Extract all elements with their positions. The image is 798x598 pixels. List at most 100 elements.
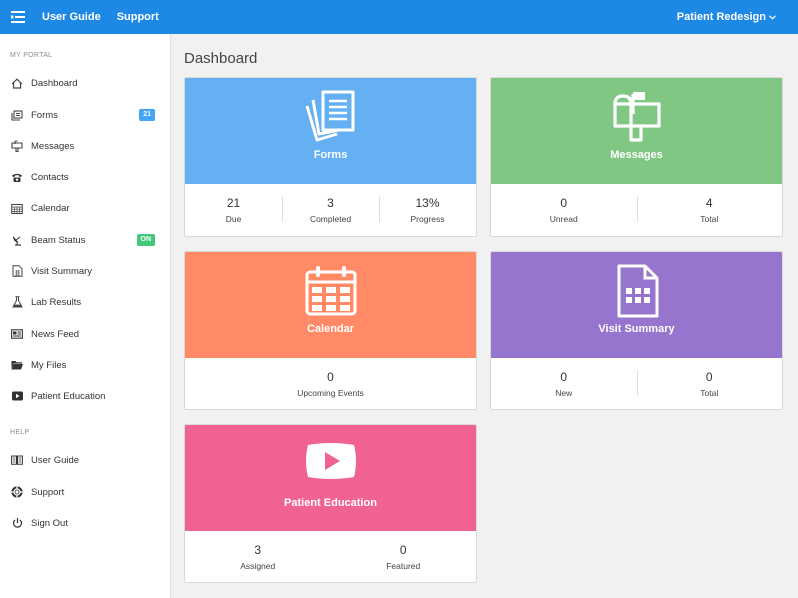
section-label-help: HELP <box>10 429 30 436</box>
sidebar-item-label: Patient Education <box>31 390 106 402</box>
play-icon <box>185 441 476 481</box>
sidebar-item-lab-results[interactable]: Lab Results <box>0 291 170 313</box>
calendar-card-header: Calendar <box>185 252 476 358</box>
stat-label: Progress <box>410 214 445 224</box>
sidebar-item-label: Lab Results <box>31 296 82 308</box>
chevron-down-icon <box>769 14 776 20</box>
stat-due: 21 Due <box>185 184 282 236</box>
sidebar-item-sign-out[interactable]: Sign Out <box>0 512 170 534</box>
visit-summary-card-stats: 0 New 0 Total <box>491 358 783 409</box>
stat-value: 3 <box>327 196 334 210</box>
calendar-icon <box>10 201 24 215</box>
sidebar-item-label: My Files <box>31 359 67 371</box>
forms-icon <box>185 90 476 144</box>
stat-value: 13% <box>415 196 440 210</box>
sidebar-item-label: News Feed <box>31 328 80 340</box>
forms-card[interactable]: Forms 21 Due 3 Completed 13% Progress <box>184 77 477 237</box>
stat-value: 21 <box>226 196 241 210</box>
user-guide-link[interactable]: User Guide <box>42 11 101 23</box>
visit-summary-card[interactable]: Visit Summary 0 New 0 Total <box>490 251 783 410</box>
stat-label: Featured <box>386 561 421 571</box>
sidebar-item-calendar[interactable]: Calendar <box>0 197 170 219</box>
patient-education-card[interactable]: Patient Education 3 Assigned 0 Featured <box>184 424 477 583</box>
sidebar-item-beam-status[interactable]: Beam Status ON <box>0 229 170 251</box>
stat-label: Assigned <box>240 561 276 571</box>
newspaper-icon <box>10 327 24 341</box>
patient-education-card-stats: 3 Assigned 0 Featured <box>185 531 477 582</box>
phone-icon <box>10 170 24 184</box>
stat-label: Unread <box>549 214 578 224</box>
visit-summary-card-title: Visit Summary <box>598 323 675 335</box>
sidebar: MY PORTAL Dashboard Forms 21 Messages Co… <box>0 34 171 598</box>
sidebar-item-patient-education[interactable]: Patient Education <box>0 385 170 407</box>
menu-toggle-icon[interactable] <box>4 0 32 34</box>
beam-status-badge: ON <box>136 234 155 246</box>
section-label-my-portal: MY PORTAL <box>10 52 53 59</box>
stat-new: 0 New <box>491 358 637 409</box>
forms-card-header: Forms <box>185 78 476 184</box>
sidebar-item-support[interactable]: Support <box>0 481 170 503</box>
messages-card[interactable]: Messages 0 Unread 4 Total <box>490 77 783 237</box>
sidebar-item-label: Messages <box>31 140 75 152</box>
sidebar-item-my-files[interactable]: My Files <box>0 354 170 376</box>
stat-label: Total <box>700 214 719 224</box>
power-icon <box>10 516 24 530</box>
document-icon <box>10 264 24 278</box>
stat-label: New <box>555 388 573 398</box>
messages-card-stats: 0 Unread 4 Total <box>491 184 782 236</box>
support-link[interactable]: Support <box>117 11 159 23</box>
calendar-card-title: Calendar <box>306 323 355 335</box>
sidebar-item-label: Beam Status <box>31 234 86 246</box>
sidebar-item-label: Support <box>31 486 65 498</box>
forms-icon <box>10 108 24 122</box>
folder-icon <box>10 358 24 372</box>
stat-label: Due <box>225 214 242 224</box>
sidebar-item-label: Forms <box>31 109 58 121</box>
play-icon <box>10 389 24 403</box>
forms-count-badge: 21 <box>139 109 155 121</box>
stat-label: Completed <box>309 214 352 224</box>
stat-total: 0 Total <box>636 358 783 409</box>
stat-featured: 0 Featured <box>331 531 477 582</box>
stat-value: 3 <box>254 543 262 557</box>
forms-card-stats: 21 Due 3 Completed 13% Progress <box>185 184 476 236</box>
flask-icon <box>10 295 24 309</box>
patient-education-card-title: Patient Education <box>284 497 377 509</box>
stat-label: Upcoming Events <box>297 388 364 398</box>
stat-progress: 13% Progress <box>379 184 476 236</box>
mailbox-icon <box>10 139 24 153</box>
sidebar-item-messages[interactable]: Messages <box>0 135 170 157</box>
stat-value: 4 <box>705 196 713 210</box>
sidebar-item-visit-summary[interactable]: Visit Summary <box>0 260 170 282</box>
calendar-icon <box>185 264 476 318</box>
sidebar-item-label: Dashboard <box>31 77 78 89</box>
sidebar-item-forms[interactable]: Forms 21 <box>0 104 170 126</box>
sidebar-item-label: Visit Summary <box>31 265 93 277</box>
stat-total: 4 Total <box>636 184 783 236</box>
stat-value: 0 <box>560 196 568 210</box>
home-icon <box>10 76 24 90</box>
stat-value: 0 <box>327 370 334 384</box>
calendar-card-stats: 0 Upcoming Events <box>185 358 476 409</box>
sidebar-item-dashboard[interactable]: Dashboard <box>0 72 170 94</box>
calendar-card[interactable]: Calendar 0 Upcoming Events <box>184 251 477 410</box>
messages-card-header: Messages <box>491 78 782 184</box>
sidebar-item-news-feed[interactable]: News Feed <box>0 323 170 345</box>
stat-label: Total <box>700 388 719 398</box>
user-menu-label: Patient Redesign <box>676 11 766 23</box>
satellite-icon <box>10 233 24 247</box>
sidebar-item-label: Calendar <box>31 202 70 214</box>
stat-assigned: 3 Assigned <box>185 531 331 582</box>
stat-unread: 0 Unread <box>491 184 637 236</box>
sidebar-item-label: Sign Out <box>31 517 68 529</box>
stat-value: 0 <box>705 370 713 384</box>
sidebar-item-label: User Guide <box>31 454 80 466</box>
lifebuoy-icon <box>10 485 24 499</box>
stat-completed: 3 Completed <box>282 184 379 236</box>
user-menu[interactable]: Patient Redesign <box>677 0 776 34</box>
sidebar-item-contacts[interactable]: Contacts <box>0 166 170 188</box>
forms-card-title: Forms <box>313 149 348 161</box>
sidebar-item-user-guide[interactable]: User Guide <box>0 449 170 471</box>
document-icon <box>491 264 782 318</box>
patient-education-card-header: Patient Education <box>185 425 476 531</box>
